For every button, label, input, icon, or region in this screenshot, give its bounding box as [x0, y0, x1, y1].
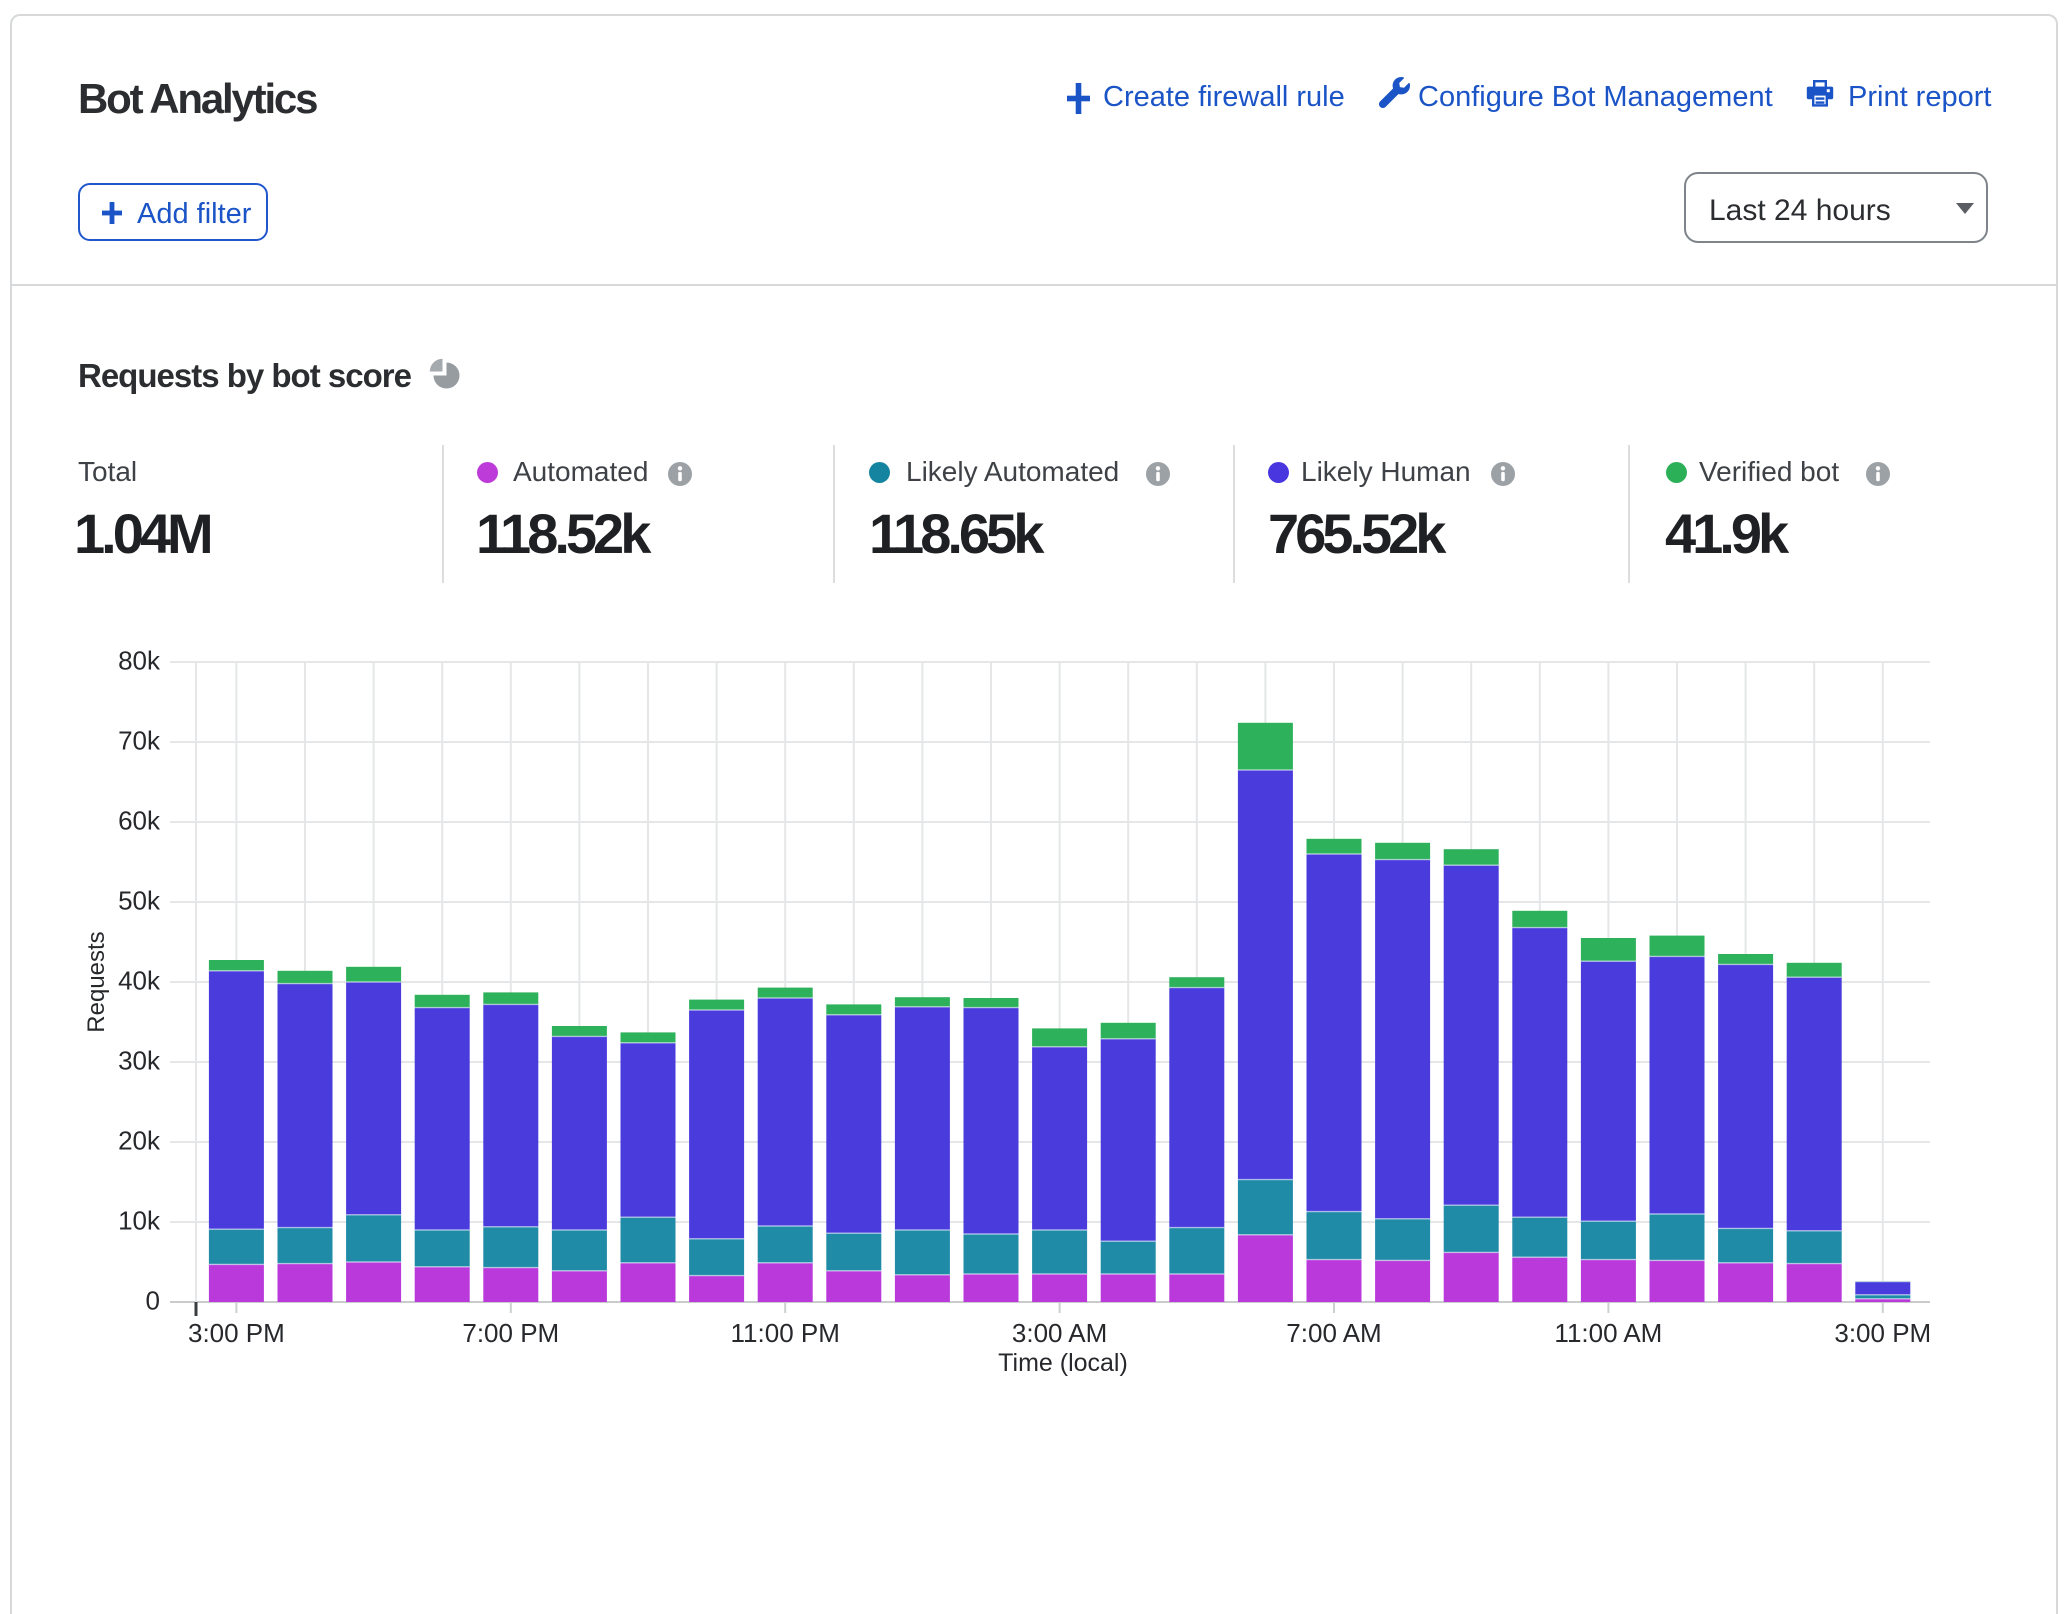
svg-text:3:00 PM: 3:00 PM: [1834, 1318, 1931, 1348]
svg-text:0: 0: [146, 1286, 160, 1316]
svg-text:7:00 PM: 7:00 PM: [462, 1318, 559, 1348]
svg-text:Requests: Requests: [83, 931, 110, 1032]
svg-text:50k: 50k: [118, 886, 161, 916]
svg-text:11:00 PM: 11:00 PM: [731, 1318, 840, 1348]
svg-text:7:00 AM: 7:00 AM: [1286, 1318, 1381, 1348]
svg-text:80k: 80k: [118, 646, 161, 676]
svg-text:Time (local): Time (local): [998, 1349, 1128, 1377]
svg-text:60k: 60k: [118, 806, 161, 836]
svg-text:70k: 70k: [118, 726, 161, 756]
svg-text:30k: 30k: [118, 1046, 161, 1076]
svg-text:20k: 20k: [118, 1126, 161, 1156]
svg-text:10k: 10k: [118, 1206, 161, 1236]
svg-text:3:00 AM: 3:00 AM: [1012, 1318, 1107, 1348]
svg-text:40k: 40k: [118, 966, 161, 996]
svg-text:11:00 AM: 11:00 AM: [1554, 1318, 1662, 1348]
svg-text:3:00 PM: 3:00 PM: [188, 1318, 285, 1348]
